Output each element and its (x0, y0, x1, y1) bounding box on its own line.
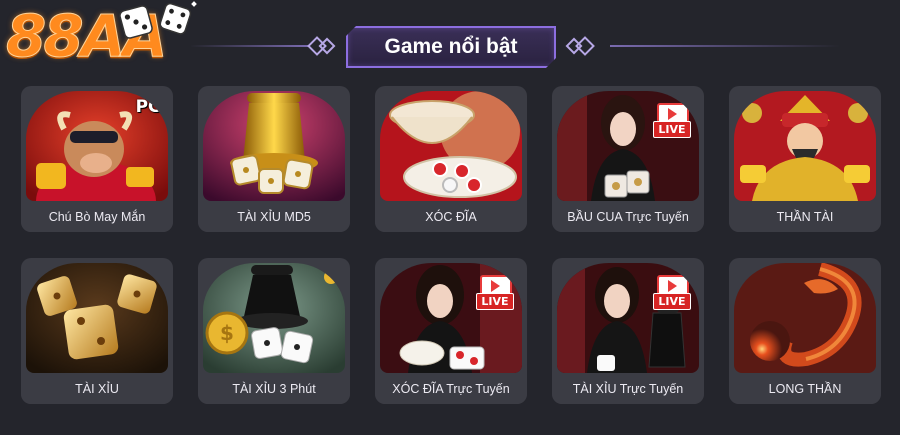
game-card-xoc-dia-truc-tuyen[interactable]: LIVE XÓC ĐĨA Trực Tuyến (375, 258, 527, 404)
brand-logo[interactable]: 88AA (2, 0, 202, 78)
game-card-tai-xiu-md5[interactable]: TÀI XỈU MD5 (198, 86, 350, 232)
game-card-label: TÀI XỈU 3 Phút (198, 374, 350, 404)
game-card-label: XÓC ĐĨA (375, 202, 527, 232)
game-thumbnail (734, 91, 876, 201)
dragon-icon (734, 263, 876, 373)
game-card-than-tai[interactable]: THẦN TÀI (729, 86, 881, 232)
game-thumbnail (26, 263, 168, 373)
svg-text:$: $ (220, 321, 234, 345)
game-card-label: TÀI XỈU (21, 374, 173, 404)
pg-badge: PG (135, 97, 162, 117)
game-thumbnail: $ (203, 263, 345, 373)
game-card-label: TÀI XỈU MD5 (198, 202, 350, 232)
god-of-wealth-icon (734, 91, 876, 201)
game-thumbnail: PG (26, 91, 168, 201)
live-badge: LIVE (653, 103, 691, 138)
diamond-ornament-icon (575, 36, 595, 56)
game-card-label: THẦN TÀI (729, 202, 881, 232)
game-card-long-than[interactable]: LONG THẦN (729, 258, 881, 404)
game-card-chu-bo-may-man[interactable]: PG Chú Bò May Mắn (21, 86, 173, 232)
live-badge: LIVE (476, 275, 514, 310)
game-card-bau-cua-truc-tuyen[interactable]: LIVE BẦU CUA Trực Tuyến (552, 86, 704, 232)
section-title: Game nổi bật (346, 26, 556, 68)
game-thumbnail (380, 91, 522, 201)
game-thumbnail (734, 263, 876, 373)
game-card-label: XÓC ĐĨA Trực Tuyến (375, 374, 527, 404)
golden-dice-cup-icon (203, 91, 345, 201)
game-thumbnail: LIVE (557, 91, 699, 201)
xoc-dia-bowl-icon (380, 91, 522, 201)
game-thumbnail: LIVE (380, 263, 522, 373)
game-card-label: BẦU CUA Trực Tuyến (552, 202, 704, 232)
dice-cup-coin-icon: $ (203, 263, 345, 373)
header-divider-left (190, 45, 308, 47)
section-header: Game nổi bật (190, 26, 850, 66)
game-card-tai-xiu-3-phut[interactable]: $ TÀI XỈU 3 Phút (198, 258, 350, 404)
game-card-tai-xiu-truc-tuyen[interactable]: LIVE TÀI XỈU Trực Tuyến (552, 258, 704, 404)
game-card-tai-xiu[interactable]: TÀI XỈU (21, 258, 173, 404)
game-card-label: LONG THẦN (729, 374, 881, 404)
header-divider-right (610, 45, 840, 47)
game-thumbnail: LIVE (557, 263, 699, 373)
game-card-xoc-dia[interactable]: XÓC ĐĨA (375, 86, 527, 232)
live-badge: LIVE (653, 275, 691, 310)
game-card-label: Chú Bò May Mắn (21, 202, 173, 232)
game-card-label: TÀI XỈU Trực Tuyến (552, 374, 704, 404)
game-thumbnail (203, 91, 345, 201)
golden-dice-icon (26, 263, 168, 373)
